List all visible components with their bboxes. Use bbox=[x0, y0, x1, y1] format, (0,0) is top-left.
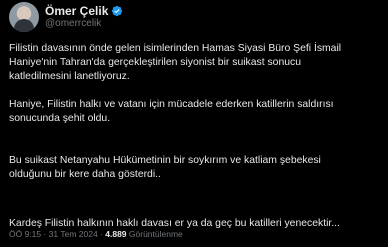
author-name-row: Ömer Çelik bbox=[45, 4, 123, 18]
tweet-line: Haniye, Filistin halkı ve vatanı için mü… bbox=[9, 99, 334, 110]
verified-badge-icon bbox=[112, 5, 123, 17]
tweet-line: Haniye'nin Tahran'da gerçekleştirilen si… bbox=[9, 57, 301, 69]
author-avatar[interactable] bbox=[9, 2, 39, 32]
tweet-line: Filistin davasının önde gelen isimlerind… bbox=[9, 43, 342, 54]
tweet-line: Kardeş Filistin halkının haklı davası er… bbox=[9, 218, 340, 229]
tweet-line: sonucunda şehit oldu. bbox=[9, 113, 111, 125]
tweet-line: katledilmesini lanetliyoruz. bbox=[9, 71, 130, 83]
meta-separator: · bbox=[41, 229, 49, 239]
author-name[interactable]: Ömer Çelik bbox=[45, 4, 108, 18]
tweet-paragraph: Haniye, Filistin halkı ve vatanı için mü… bbox=[9, 98, 334, 126]
tweet-paragraph: Bu suikast Netanyahu Hükümetinin bir soy… bbox=[9, 154, 321, 182]
views-count: 4.889 bbox=[105, 229, 127, 239]
tweet-date[interactable]: 31 Tem 2024 bbox=[49, 229, 98, 239]
tweet-header: Ömer Çelik @omerrcelik bbox=[9, 2, 379, 32]
tweet-meta: ÖÖ 9:15 · 31 Tem 2024 · 4.889 Görüntülen… bbox=[9, 229, 183, 239]
tweet-paragraph: Filistin davasının önde gelen isimlerind… bbox=[9, 42, 341, 85]
author-handle[interactable]: @omerrcelik bbox=[45, 18, 101, 29]
tweet-card: Ömer Çelik @omerrcelik Filistin davasını… bbox=[0, 0, 388, 247]
tweet-time[interactable]: ÖÖ 9:15 bbox=[9, 229, 41, 239]
tweet-line: olduğunu bir kere daha gösterdi.. bbox=[9, 169, 161, 181]
tweet-line: Bu suikast Netanyahu Hükümetinin bir soy… bbox=[9, 155, 321, 166]
views-label: Görüntülenme bbox=[126, 229, 183, 239]
